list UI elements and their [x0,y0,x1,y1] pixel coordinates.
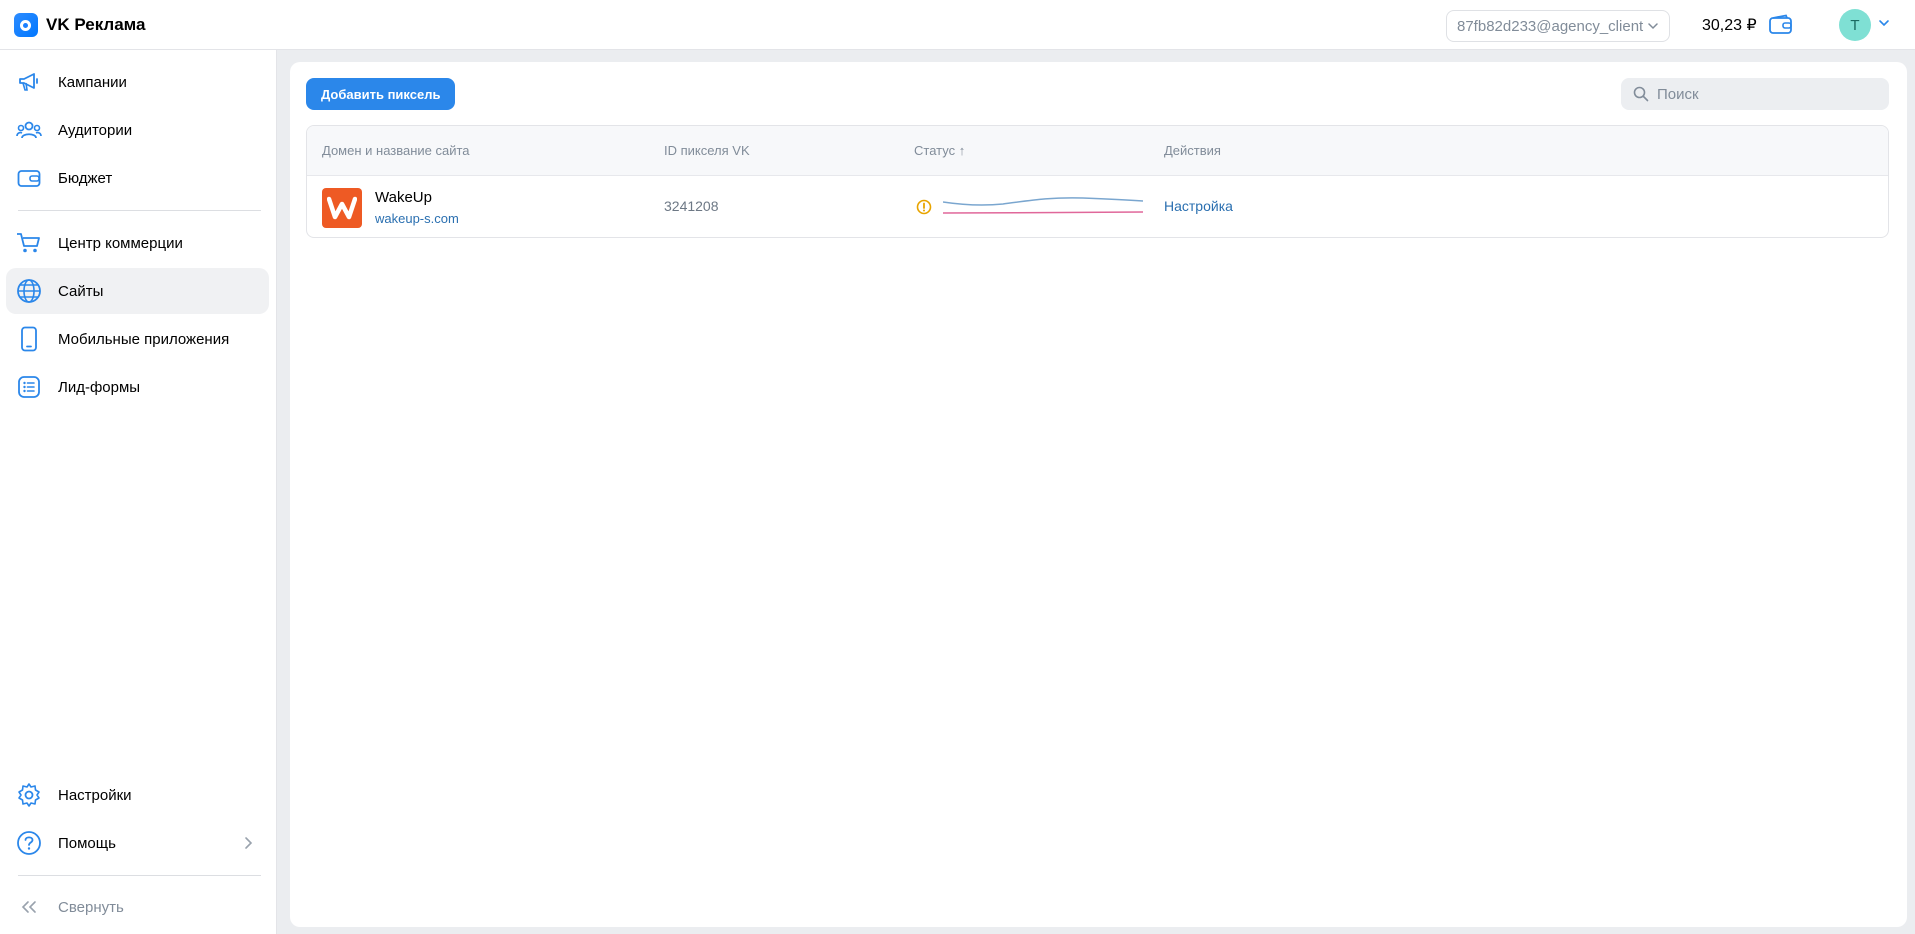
account-selector[interactable]: 87fb82d233@agency_client [1446,10,1670,42]
site-name: WakeUp [375,189,432,206]
wakeup-logo-icon [327,196,357,220]
table-header: Домен и название сайта ID пикселя VK Ста… [307,126,1888,176]
site-domain-link[interactable]: wakeup-s.com [375,211,459,226]
chevron-down-icon [1648,23,1658,30]
sidebar-item-audiences[interactable]: Аудитории [6,107,269,153]
sidebar-item-budget[interactable]: Бюджет [6,155,269,201]
column-header-domain[interactable]: Домен и название сайта [322,143,470,158]
column-header-actions: Действия [1164,143,1221,158]
sidebar-item-label: Сайты [58,282,104,300]
chevron-right-icon [245,837,253,849]
app-title: VK Реклама [46,15,146,34]
app-logo[interactable]: VK Реклама [14,13,146,37]
sparkline-blue [943,197,1143,206]
sidebar-item-label: Мобильные приложения [58,330,230,348]
pixels-table: Домен и название сайта ID пикселя VK Ста… [306,125,1889,238]
sidebar-item-lead-forms[interactable]: Лид-формы [6,364,269,410]
sidebar-item-label: Бюджет [58,169,113,187]
sidebar-item-label: Аудитории [58,121,133,139]
settings-link[interactable]: Настройка [1164,198,1233,214]
user-avatar[interactable]: T [1839,9,1871,41]
warning-icon[interactable] [916,199,932,215]
help-icon [16,830,42,856]
sidebar-divider [18,875,261,876]
status-sparkline [943,197,1143,214]
site-logo [322,188,362,228]
sidebar-divider [18,210,261,211]
cart-icon [16,230,42,256]
sidebar-item-label: Центр коммерции [58,234,183,252]
avatar-letter: T [1850,16,1860,34]
sidebar-item-label: Настройки [58,786,132,804]
double-chevron-left-icon [16,894,42,920]
vk-ads-logo-icon [14,13,38,37]
sidebar-item-sites[interactable]: Сайты [6,268,269,314]
globe-icon [16,278,42,304]
search-box[interactable] [1621,78,1889,110]
search-input[interactable] [1657,85,1877,103]
search-icon [1633,86,1649,102]
sidebar-item-label: Лид-формы [58,378,141,396]
column-header-status[interactable]: Статус ↑ [914,143,965,158]
sidebar-item-commerce[interactable]: Центр коммерции [6,220,269,266]
list-icon [16,374,42,400]
top-header: VK Реклама 87fb82d233@agency_client 30,2… [0,0,1915,50]
sidebar-collapse-button[interactable]: Свернуть [6,884,269,930]
main-content: Добавить пиксель Домен и название сайта … [290,62,1907,927]
account-name: 87fb82d233@agency_client [1457,17,1644,35]
wallet-icon[interactable] [1768,14,1794,36]
gear-icon [16,782,42,808]
column-header-pixel-id[interactable]: ID пикселя VK [664,143,750,158]
sidebar-item-label: Кампании [58,73,127,91]
chevron-down-icon[interactable] [1878,17,1890,29]
sidebar-item-campaigns[interactable]: Кампании [6,59,269,105]
add-pixel-button[interactable]: Добавить пиксель [306,78,456,110]
sparkline-pink [943,211,1143,214]
megaphone-icon [16,69,42,95]
users-icon [16,117,42,143]
sidebar-item-mobile-apps[interactable]: Мобильные приложения [6,316,269,362]
wallet-icon [16,165,42,191]
sidebar-item-help[interactable]: Помощь [6,820,269,866]
table-row[interactable]: WakeUp wakeup-s.com 3241208 Настройка [307,176,1888,237]
account-balance: 30,23 ₽ [1702,17,1757,34]
sidebar: Кампании Аудитории Бюджет Центр коммерци… [0,50,277,934]
sidebar-item-label: Свернуть [58,898,124,916]
phone-icon [16,326,42,352]
sidebar-item-settings[interactable]: Настройки [6,772,269,818]
pixel-id: 3241208 [664,198,719,214]
sidebar-item-label: Помощь [58,834,116,852]
